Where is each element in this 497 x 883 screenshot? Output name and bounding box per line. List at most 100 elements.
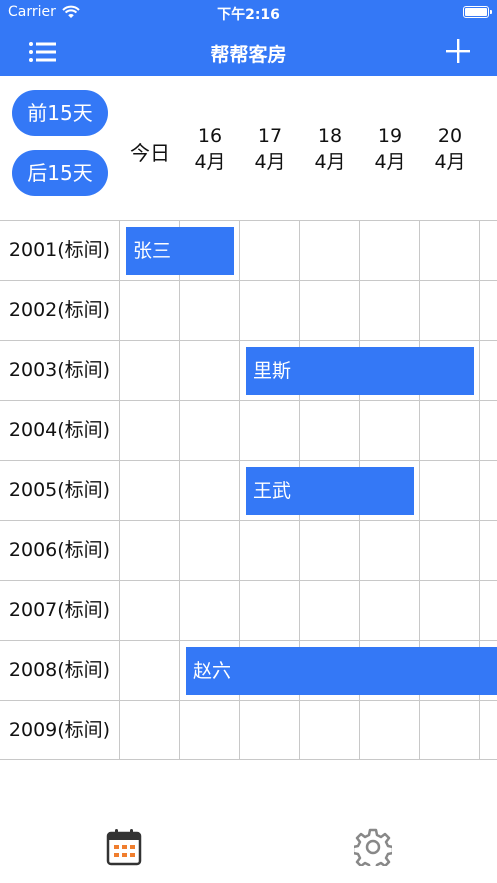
- date-day: 19: [377, 125, 403, 147]
- day-cell[interactable]: [420, 461, 480, 520]
- day-cell[interactable]: [120, 641, 180, 700]
- table-row: 2007(标间): [0, 580, 497, 640]
- day-cell[interactable]: [120, 461, 180, 520]
- booking-block[interactable]: 张三: [126, 227, 234, 275]
- date-month: 4月: [254, 151, 286, 173]
- day-cell[interactable]: [180, 281, 240, 340]
- day-cell[interactable]: [240, 221, 300, 280]
- day-cell[interactable]: [360, 281, 420, 340]
- booking-block[interactable]: 里斯: [246, 347, 474, 395]
- day-cell[interactable]: [180, 521, 240, 580]
- day-cell[interactable]: [480, 701, 497, 760]
- tab-bar: [0, 800, 497, 883]
- day-cell[interactable]: [360, 401, 420, 460]
- room-label[interactable]: 2009(标间): [0, 701, 120, 760]
- date-header: 4: [480, 123, 497, 149]
- room-label[interactable]: 2006(标间): [0, 521, 120, 580]
- date-month: 4: [480, 123, 497, 149]
- booking-block[interactable]: 王武: [246, 467, 414, 515]
- day-cell[interactable]: [240, 281, 300, 340]
- date-month: 4月: [314, 151, 346, 173]
- day-cell[interactable]: [300, 281, 360, 340]
- day-cell[interactable]: [420, 221, 480, 280]
- date-header: 20 4月: [420, 123, 480, 175]
- booking-grid: 2001(标间) 张三 2002(标间) 2003(标间) 里斯 2004(标间) 2005…: [0, 220, 497, 760]
- day-cell[interactable]: [180, 341, 240, 400]
- day-cell[interactable]: [240, 401, 300, 460]
- date-header: 18 4月: [300, 123, 360, 175]
- date-day: 20: [437, 125, 463, 147]
- room-label[interactable]: 2004(标间): [0, 401, 120, 460]
- day-cell[interactable]: [480, 521, 497, 580]
- table-row: 2005(标间) 王武: [0, 460, 497, 520]
- day-cell[interactable]: [300, 401, 360, 460]
- day-cell[interactable]: [420, 701, 480, 760]
- date-month: 4月: [434, 151, 466, 173]
- table-row: 2002(标间): [0, 280, 497, 340]
- date-header: 17 4月: [240, 123, 300, 175]
- date-day: 16: [197, 125, 223, 147]
- day-cell[interactable]: [120, 581, 180, 640]
- status-time: 下午2:16: [217, 7, 280, 23]
- day-cell[interactable]: [420, 581, 480, 640]
- date-month: 4月: [374, 151, 406, 173]
- room-label[interactable]: 2002(标间): [0, 281, 120, 340]
- table-row: 2009(标间): [0, 700, 497, 760]
- day-cell[interactable]: [420, 521, 480, 580]
- date-month: 4月: [194, 151, 226, 173]
- day-cell[interactable]: [240, 701, 300, 760]
- day-cell[interactable]: [180, 401, 240, 460]
- day-cell[interactable]: [480, 281, 497, 340]
- today-header: 今日: [130, 141, 170, 165]
- day-cell[interactable]: [240, 581, 300, 640]
- day-cell[interactable]: [360, 701, 420, 760]
- day-cell[interactable]: [480, 401, 497, 460]
- navigation-bar: 帮帮客房: [0, 28, 497, 76]
- room-label[interactable]: 2003(标间): [0, 341, 120, 400]
- room-label[interactable]: 2007(标间): [0, 581, 120, 640]
- day-cell[interactable]: [480, 461, 497, 520]
- day-cell[interactable]: [420, 401, 480, 460]
- date-header: 16 4月: [180, 123, 240, 175]
- day-cell[interactable]: [120, 341, 180, 400]
- room-label[interactable]: 2001(标间): [0, 221, 120, 280]
- day-cell[interactable]: [180, 581, 240, 640]
- table-row: 2003(标间) 里斯: [0, 340, 497, 400]
- day-cell[interactable]: [420, 281, 480, 340]
- day-cell[interactable]: [300, 521, 360, 580]
- day-cell[interactable]: [120, 401, 180, 460]
- date-day: 17: [257, 125, 283, 147]
- day-cell[interactable]: [480, 581, 497, 640]
- status-bar: Carrier 下午2:16: [0, 0, 497, 28]
- day-cell[interactable]: [180, 701, 240, 760]
- day-cell[interactable]: [480, 341, 497, 400]
- next-15-days-button[interactable]: 后15天: [12, 150, 108, 196]
- table-row: 2008(标间) 赵六: [0, 640, 497, 700]
- page-title: 帮帮客房: [210, 44, 287, 66]
- day-cell[interactable]: [480, 221, 497, 280]
- table-row: 2004(标间): [0, 400, 497, 460]
- day-cell[interactable]: [120, 521, 180, 580]
- room-label[interactable]: 2005(标间): [0, 461, 120, 520]
- day-cell[interactable]: [120, 281, 180, 340]
- gear-icon[interactable]: [354, 828, 392, 866]
- booking-block[interactable]: 赵六: [186, 647, 497, 695]
- day-cell[interactable]: [300, 701, 360, 760]
- plus-icon[interactable]: [445, 38, 471, 64]
- date-day: 18: [317, 125, 343, 147]
- table-row: 2001(标间) 张三: [0, 220, 497, 280]
- date-header: 19 4月: [360, 123, 420, 175]
- day-cell[interactable]: [360, 221, 420, 280]
- table-row: 2006(标间): [0, 520, 497, 580]
- day-cell[interactable]: [240, 521, 300, 580]
- day-cell[interactable]: [180, 461, 240, 520]
- day-cell[interactable]: [360, 581, 420, 640]
- battery-icon: [463, 6, 492, 18]
- day-cell[interactable]: [300, 221, 360, 280]
- day-cell[interactable]: [360, 521, 420, 580]
- calendar-icon[interactable]: [106, 828, 142, 866]
- prev-15-days-button[interactable]: 前15天: [12, 90, 108, 136]
- day-cell[interactable]: [300, 581, 360, 640]
- room-label[interactable]: 2008(标间): [0, 641, 120, 700]
- day-cell[interactable]: [120, 701, 180, 760]
